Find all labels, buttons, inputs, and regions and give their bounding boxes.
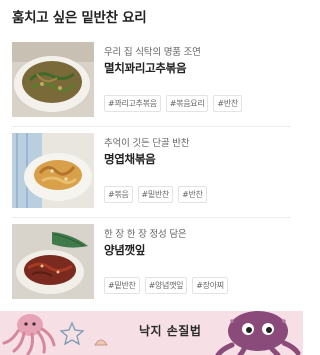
octopus-prep-banner[interactable]: 낙지 손질법	[0, 311, 303, 355]
recipe-subtitle: 우리 집 식탁의 명품 조연	[104, 47, 201, 58]
tag-link[interactable]: #밑반찬	[104, 277, 140, 294]
tag-link[interactable]: #장아찌	[192, 277, 228, 294]
recipe-thumbnail-3[interactable]	[12, 224, 94, 299]
recipe-name[interactable]: 명엽채볶음	[104, 151, 156, 167]
shell-icon	[94, 339, 108, 346]
tag-link[interactable]: #볶음요리	[165, 95, 209, 112]
recipe-thumbnail-1[interactable]	[12, 42, 94, 117]
section-title: 훔치고 싶은 밑반찬 요리	[12, 10, 147, 26]
tag-link[interactable]: #반찬	[213, 95, 242, 112]
divider	[12, 126, 291, 127]
recipe-subtitle: 추억이 깃든 단골 반찬	[104, 138, 190, 149]
recipe-tags: #밑반찬 #양념깻잎 #장아찌	[104, 277, 228, 294]
recipe-card-2[interactable]: 추억이 깃든 단골 반찬 명엽채볶음 #볶음 #밑반찬 #반찬	[0, 129, 303, 219]
recipe-tags: #꽈리고추볶음 #볶음요리 #반찬	[104, 95, 242, 112]
starfish-icon	[59, 321, 85, 346]
tag-link[interactable]: #꽈리고추볶음	[104, 95, 161, 112]
tag-link[interactable]: #볶음	[104, 186, 133, 203]
recipe-card-3[interactable]: 한 장 한 장 정성 담은 양념깻잎 #밑반찬 #양념깻잎 #장아찌	[0, 220, 303, 310]
tag-link[interactable]: #밑반찬	[137, 186, 174, 203]
banner-title[interactable]: 낙지 손질법	[139, 322, 201, 339]
octopus-icon	[2, 314, 56, 355]
recipe-subtitle: 한 장 한 장 정성 담은	[104, 229, 187, 240]
recipe-thumbnail-2[interactable]	[12, 133, 94, 208]
divider	[12, 217, 291, 218]
recipe-name[interactable]: 멸치꽈리고추볶음	[104, 60, 187, 76]
recipe-card-1[interactable]: 우리 집 식탁의 명품 조연 멸치꽈리고추볶음 #꽈리고추볶음 #볶음요리 #반…	[0, 38, 303, 128]
octopus-icon	[215, 311, 301, 355]
recipe-name[interactable]: 양념깻잎	[104, 242, 145, 258]
tag-link[interactable]: #반찬	[178, 186, 207, 203]
tag-link[interactable]: #양념깻잎	[144, 277, 188, 294]
recipe-tags: #볶음 #밑반찬 #반찬	[104, 186, 207, 203]
